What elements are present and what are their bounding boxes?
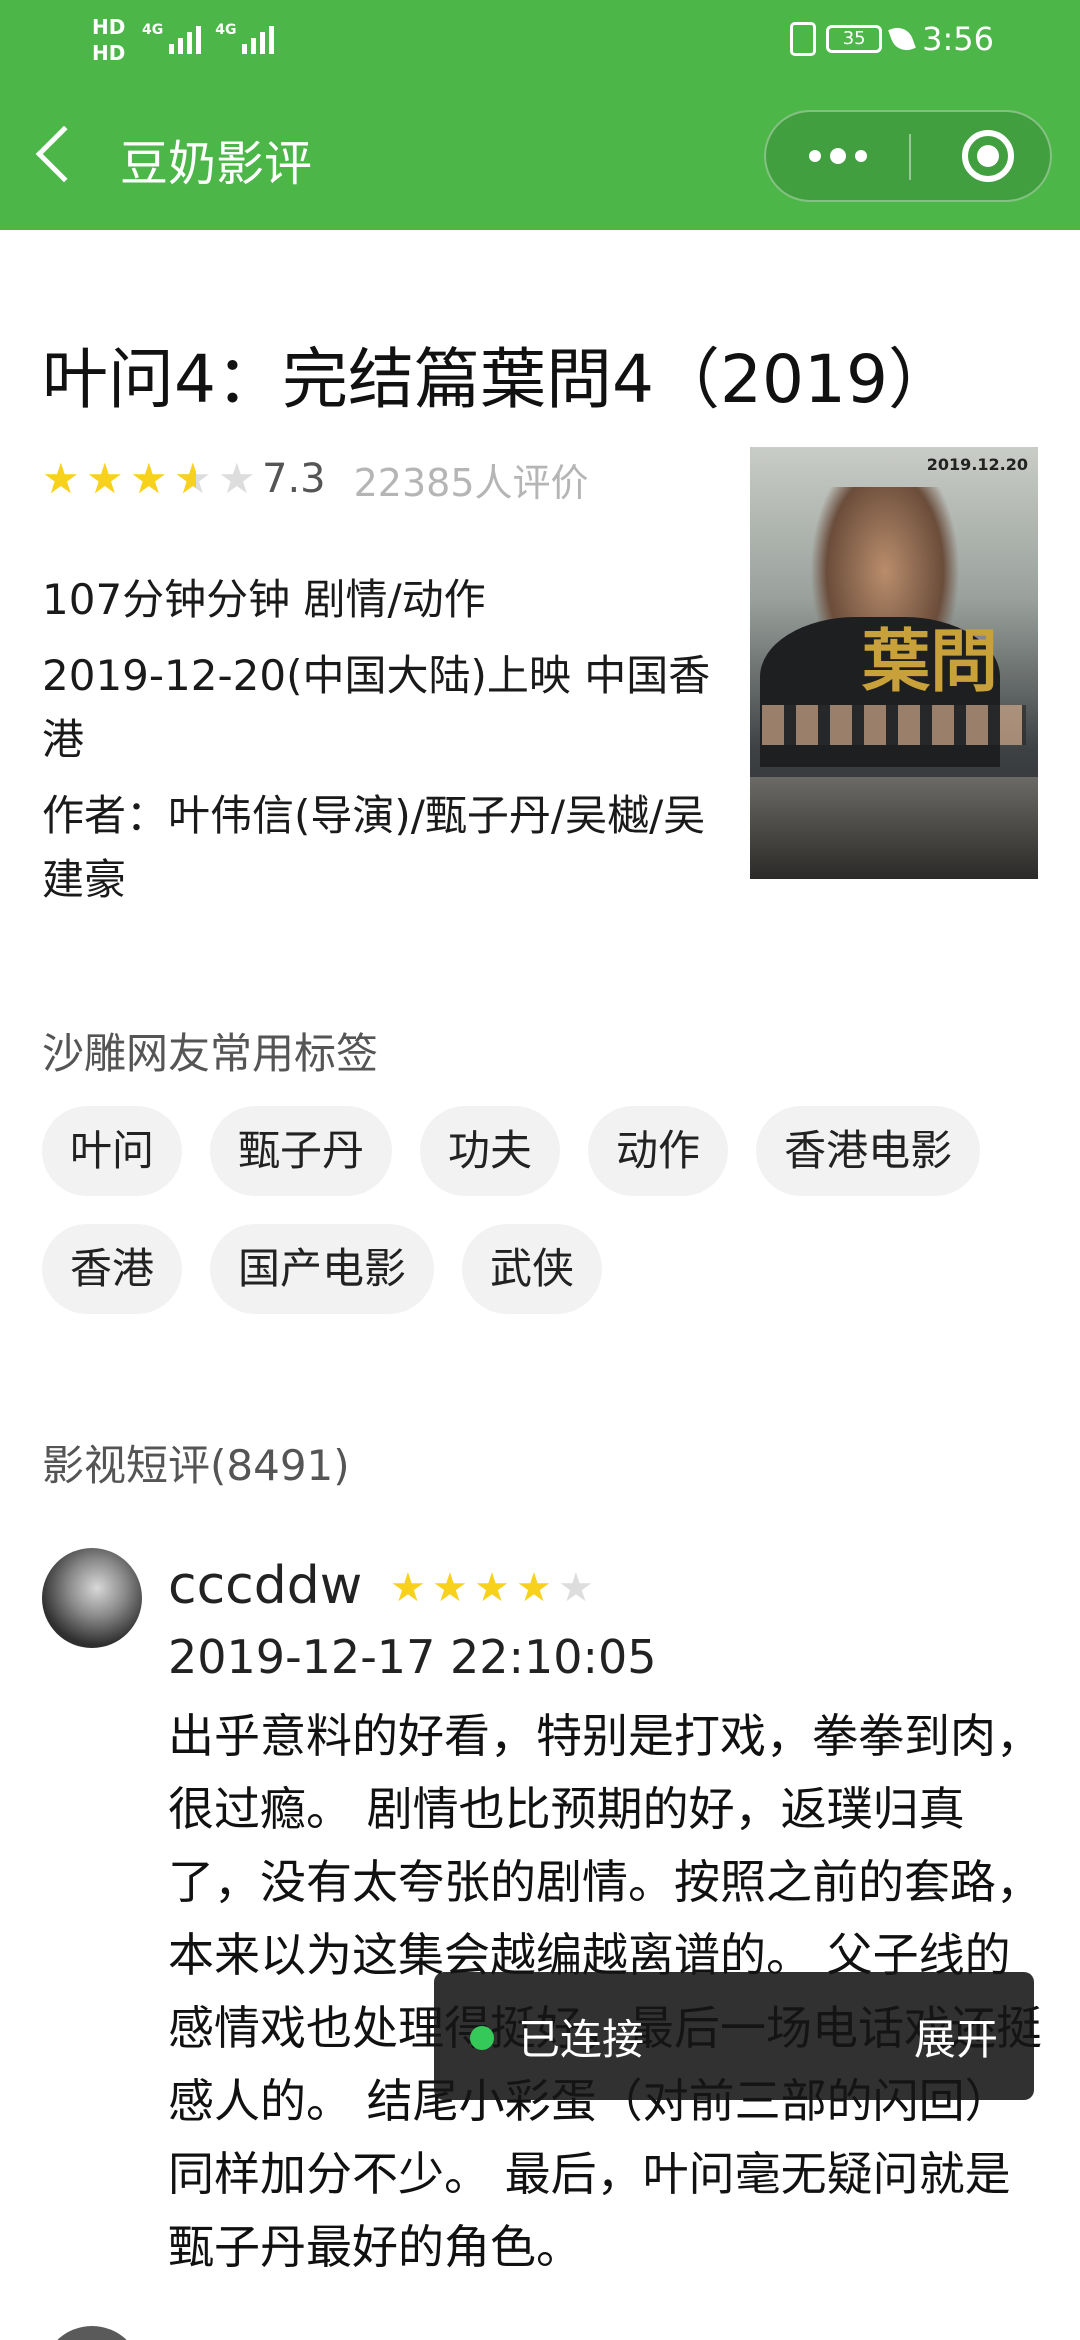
vibrate-icon	[790, 22, 817, 56]
hd-label-2: HD	[92, 41, 126, 65]
release-info: 2019-12-20(中国大陆)上映 中国香港	[42, 651, 711, 764]
tags-label: 沙雕网友常用标签	[42, 1029, 379, 1078]
connection-toast: 已连接 展开	[434, 1972, 1034, 2100]
back-arrow-icon[interactable]	[35, 125, 93, 183]
star-icon: ★	[174, 457, 214, 501]
star-icon: ★	[130, 457, 168, 501]
tag-list: 叶问 甄子丹 功夫 动作 香港电影香港 国产电影 武侠	[42, 1106, 1042, 1314]
star-icon: ★	[474, 1566, 510, 1610]
comment-rating-stars: ★ ★ ★ ★ ★	[390, 1566, 598, 1610]
rating-count: 22385人评价	[353, 460, 589, 505]
battery-icon: 35	[826, 25, 883, 53]
credits: 作者：叶伟信(导演)/甄子丹/吴樾/吴建豪	[42, 791, 706, 904]
capsule-divider	[909, 134, 911, 180]
tag-chip[interactable]: 武侠	[462, 1224, 603, 1314]
rating-row: ★★★★★ 7.3 22385人评价	[42, 454, 589, 505]
tag-chip[interactable]: 动作	[588, 1106, 729, 1196]
rating-stars: ★ ★ ★ ★ ★	[42, 457, 258, 501]
tag-chip[interactable]: 功夫	[420, 1106, 561, 1196]
status-right: 35 3:56	[790, 20, 994, 58]
star-icon: ★	[390, 1566, 426, 1610]
avatar[interactable]	[42, 2326, 142, 2340]
close-miniprogram-icon[interactable]	[962, 130, 1014, 182]
poster-date: 2019.12.20	[926, 455, 1028, 474]
signal-icon: 4G	[215, 22, 275, 54]
duration-genre: 107分钟分钟 剧情/动作	[42, 575, 486, 624]
signal-label-2: 4G	[215, 22, 237, 38]
connected-dot-icon	[470, 2026, 494, 2050]
leaf-icon	[888, 23, 916, 55]
header-bar: HD HD 4G 4G 35 3:56 豆奶影评	[0, 0, 1080, 230]
hd-label-1: HD	[92, 15, 126, 39]
star-icon: ★	[218, 457, 256, 501]
poster-crowd	[750, 777, 1038, 879]
nav-bar: 豆奶影评	[0, 80, 1080, 230]
clock: 3:56	[922, 20, 994, 58]
toast-status: 已连接	[518, 2015, 645, 2064]
star-icon: ★	[86, 457, 124, 501]
star-icon: ★	[42, 457, 80, 501]
miniprogram-capsule	[764, 110, 1052, 202]
star-icon: ★	[432, 1566, 468, 1610]
tag-chip[interactable]: 甄子丹	[210, 1106, 393, 1196]
star-icon: ★	[558, 1566, 594, 1610]
comments-label: 影视短评(8491)	[42, 1441, 350, 1490]
tag-chip[interactable]: 国产电影	[210, 1224, 435, 1314]
signal-icons: 4G 4G	[142, 22, 275, 54]
signal-icon: 4G	[142, 22, 202, 54]
signal-label-1: 4G	[142, 22, 164, 38]
more-options-icon[interactable]	[766, 112, 909, 200]
poster-cast-row	[762, 705, 1026, 745]
star-icon: ★	[516, 1566, 552, 1610]
movie-title: 叶问4：完结篇葉問4（2019）	[42, 341, 954, 418]
avatar[interactable]	[42, 1548, 142, 1648]
hd-indicator: HD HD	[92, 14, 125, 66]
movie-poster[interactable]: 2019.12.20 葉問	[750, 447, 1038, 879]
tag-chip[interactable]: 香港电影	[756, 1106, 981, 1196]
poster-title: 葉問	[862, 622, 999, 702]
comment-date: 2019-12-17 22:10:05	[168, 1630, 657, 1684]
expand-button[interactable]: 展开	[914, 2006, 998, 2067]
page-title: 豆奶影评	[120, 136, 313, 192]
rating-score: 7.3	[262, 456, 326, 502]
status-bar: HD HD 4G 4G 35 3:56	[0, 0, 1080, 80]
tag-chip[interactable]: 叶问	[42, 1106, 183, 1196]
tag-chip[interactable]: 香港	[42, 1224, 183, 1314]
comment-username: cccddw	[168, 1556, 363, 1616]
battery-level: 35	[842, 28, 866, 49]
